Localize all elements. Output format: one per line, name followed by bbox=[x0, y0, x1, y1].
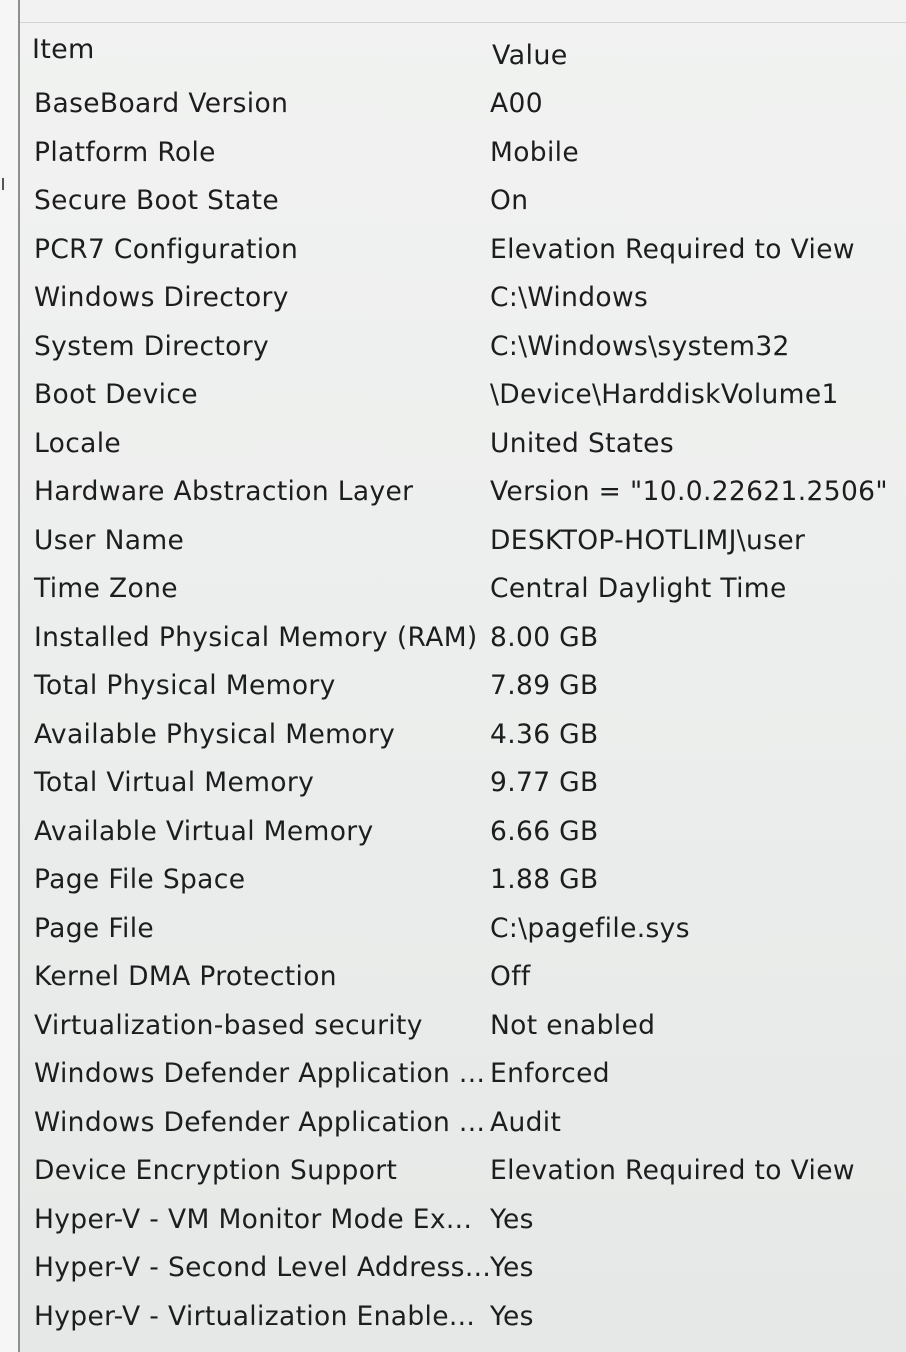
row-item-value: C:\Windows\system32 bbox=[490, 330, 790, 362]
system-summary-list: Item Value BaseBoard Version A00 Platform … bbox=[20, 0, 906, 1352]
row-item-name: BaseBoard Version bbox=[34, 88, 289, 119]
row-item-value: Yes bbox=[490, 1347, 534, 1352]
list-row[interactable]: Page File Space 1.88 GB bbox=[20, 862, 906, 911]
row-item-value: Enforced bbox=[490, 1058, 610, 1089]
list-row[interactable]: Platform Role Mobile bbox=[20, 135, 906, 184]
row-item-value: A00 bbox=[490, 88, 543, 119]
row-item-value: Elevation Required to View bbox=[490, 1155, 855, 1186]
row-item-name: Device Encryption Support bbox=[34, 1155, 398, 1186]
list-row[interactable]: Time Zone Central Daylight Time bbox=[20, 571, 906, 620]
list-row[interactable]: Windows Defender Application ... Enforced bbox=[20, 1056, 906, 1105]
row-item-name: Total Physical Memory bbox=[34, 670, 336, 701]
list-row[interactable]: Hyper-V - Virtualization Enable... Yes bbox=[20, 1299, 906, 1348]
splitter-handle[interactable] bbox=[2, 178, 8, 190]
list-row[interactable]: Windows Directory C:\Windows bbox=[20, 280, 906, 329]
list-row[interactable]: Hardware Abstraction Layer Version = "10.… bbox=[20, 474, 906, 523]
row-item-name: Kernel DMA Protection bbox=[34, 961, 337, 992]
row-item-name: Installed Physical Memory (RAM) bbox=[34, 621, 478, 653]
row-item-value: Audit bbox=[490, 1106, 562, 1138]
list-row[interactable]: System Directory C:\Windows\system32 bbox=[20, 329, 906, 378]
row-item-value: \Device\HarddiskVolume1 bbox=[490, 379, 839, 410]
row-item-value: 7.89 GB bbox=[490, 670, 599, 701]
row-item-value: Central Daylight Time bbox=[490, 573, 787, 604]
list-row[interactable]: User Name DESKTOP-HOTLIMJ\user bbox=[20, 523, 906, 572]
list-row[interactable]: Boot Device \Device\HarddiskVolume1 bbox=[20, 377, 906, 426]
row-item-value: DESKTOP-HOTLIMJ\user bbox=[490, 524, 806, 556]
row-item-name: Windows Defender Application ... bbox=[34, 1106, 486, 1138]
list-row[interactable]: Device Encryption Support Elevation Requi… bbox=[20, 1153, 906, 1202]
row-item-name: Hyper-V - Second Level Address... bbox=[34, 1252, 492, 1283]
row-item-value: C:\pagefile.sys bbox=[490, 912, 690, 944]
row-item-name: Available Virtual Memory bbox=[34, 815, 374, 847]
row-item-value: 1.88 GB bbox=[490, 864, 599, 895]
list-row[interactable]: BaseBoard Version A00 bbox=[20, 86, 906, 135]
list-row[interactable]: Total Virtual Memory 9.77 GB bbox=[20, 765, 906, 814]
list-top-border bbox=[20, 22, 906, 23]
list-row[interactable]: PCR7 Configuration Elevation Required to … bbox=[20, 232, 906, 281]
list-row[interactable]: Available Virtual Memory 6.66 GB bbox=[20, 814, 906, 863]
row-item-name: Hardware Abstraction Layer bbox=[34, 476, 414, 507]
list-row[interactable]: Secure Boot State On bbox=[20, 183, 906, 232]
row-item-name: Total Virtual Memory bbox=[34, 767, 315, 798]
column-header-value[interactable]: Value bbox=[492, 40, 568, 71]
row-item-name: Time Zone bbox=[34, 573, 178, 604]
row-item-name: System Directory bbox=[34, 330, 269, 362]
row-item-name: Locale bbox=[34, 427, 122, 459]
row-item-name: Hyper-V - VM Monitor Mode Ex... bbox=[34, 1203, 473, 1235]
row-item-name: Virtualization-based security bbox=[34, 1009, 423, 1041]
column-header-item[interactable]: Item bbox=[32, 34, 95, 65]
row-item-value: Yes bbox=[490, 1300, 534, 1332]
left-pane-edge bbox=[0, 0, 20, 1352]
row-item-value: Off bbox=[490, 961, 531, 992]
row-item-value: 8.00 GB bbox=[490, 621, 599, 653]
row-item-value: 4.36 GB bbox=[490, 718, 599, 750]
row-item-value: On bbox=[490, 185, 529, 216]
list-row[interactable]: Hyper-V - Data Execution Prote... Yes bbox=[20, 1347, 906, 1352]
row-item-name: Hyper-V - Virtualization Enable... bbox=[34, 1300, 476, 1332]
row-item-value: Not enabled bbox=[490, 1009, 656, 1041]
list-row[interactable]: Hyper-V - Second Level Address... Yes bbox=[20, 1250, 906, 1299]
list-row[interactable]: Locale United States bbox=[20, 426, 906, 475]
row-item-name: Boot Device bbox=[34, 379, 198, 410]
row-item-name: Page File bbox=[34, 912, 155, 944]
list-row[interactable]: Windows Defender Application ... Audit bbox=[20, 1105, 906, 1154]
row-item-value: Yes bbox=[490, 1203, 534, 1235]
row-item-value: 9.77 GB bbox=[490, 767, 599, 798]
row-item-value: Mobile bbox=[490, 136, 580, 168]
row-item-value: Version = "10.0.22621.2506" bbox=[490, 476, 888, 507]
list-rows: BaseBoard Version A00 Platform Role Mobile S… bbox=[20, 86, 906, 1352]
row-item-name: Secure Boot State bbox=[34, 185, 280, 216]
row-item-name: Hyper-V - Data Execution Prote... bbox=[34, 1347, 480, 1352]
row-item-name: Available Physical Memory bbox=[34, 718, 396, 750]
list-row[interactable]: Kernel DMA Protection Off bbox=[20, 959, 906, 1008]
row-item-value: Elevation Required to View bbox=[490, 233, 855, 265]
list-row[interactable]: Installed Physical Memory (RAM) 8.00 GB bbox=[20, 620, 906, 669]
row-item-name: Platform Role bbox=[34, 136, 216, 168]
row-item-value: C:\Windows bbox=[490, 282, 649, 313]
list-row[interactable]: Virtualization-based security Not enabled bbox=[20, 1008, 906, 1057]
row-item-value: Yes bbox=[490, 1252, 534, 1283]
row-item-value: 6.66 GB bbox=[490, 815, 599, 847]
row-item-name: User Name bbox=[34, 524, 185, 556]
list-row[interactable]: Hyper-V - VM Monitor Mode Ex... Yes bbox=[20, 1202, 906, 1251]
row-item-name: Page File Space bbox=[34, 864, 246, 895]
row-item-name: Windows Defender Application ... bbox=[34, 1058, 486, 1089]
list-row[interactable]: Available Physical Memory 4.36 GB bbox=[20, 717, 906, 766]
row-item-name: Windows Directory bbox=[34, 282, 289, 313]
row-item-value: United States bbox=[490, 427, 674, 459]
list-row[interactable]: Page File C:\pagefile.sys bbox=[20, 911, 906, 960]
list-row[interactable]: Total Physical Memory 7.89 GB bbox=[20, 668, 906, 717]
row-item-name: PCR7 Configuration bbox=[34, 233, 299, 265]
